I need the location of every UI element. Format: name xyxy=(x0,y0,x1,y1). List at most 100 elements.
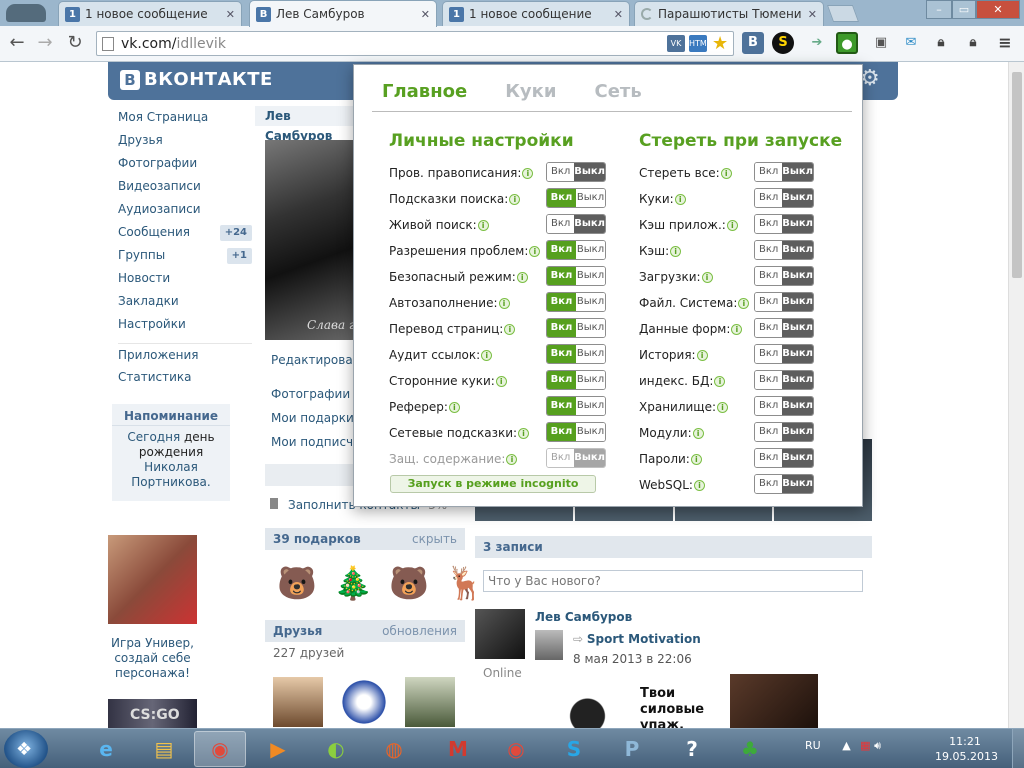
toggle-on[interactable]: Вкл xyxy=(755,189,783,207)
toggle-on[interactable]: Вкл xyxy=(547,345,576,363)
toggle-off[interactable]: Выкл xyxy=(782,189,813,207)
toggle-on[interactable]: Вкл xyxy=(547,241,576,259)
on-off-toggle[interactable]: Вкл Выкл xyxy=(754,292,814,312)
back-arrow-icon[interactable]: ← xyxy=(6,32,28,54)
toggle-off[interactable]: Выкл xyxy=(576,293,605,311)
toggle-on[interactable]: Вкл xyxy=(755,319,783,337)
toggle-on[interactable]: Вкл xyxy=(547,267,576,285)
wall-post-input[interactable]: Что у Вас нового? xyxy=(483,570,863,592)
vk-logo-icon[interactable]: B xyxy=(742,32,764,54)
info-icon[interactable]: i xyxy=(726,220,738,231)
tab-close-icon[interactable]: ✕ xyxy=(614,8,623,21)
info-icon[interactable]: i xyxy=(504,324,516,335)
tab-cookies[interactable]: Куки xyxy=(505,81,556,102)
toggle-on[interactable]: Вкл xyxy=(547,163,575,181)
on-off-toggle[interactable]: Вкл Выкл xyxy=(754,162,814,182)
minimize-button[interactable]: – xyxy=(926,0,952,19)
info-icon[interactable]: i xyxy=(731,324,743,335)
toggle-on[interactable]: Вкл xyxy=(755,397,783,415)
show-desktop-button[interactable] xyxy=(1012,729,1024,768)
browser-tab-1[interactable]: 1 1 новое сообщение ✕ xyxy=(58,1,242,26)
toggle-off[interactable]: Выкл xyxy=(782,267,813,285)
toggle-on[interactable]: Вкл xyxy=(755,371,783,389)
post-date[interactable]: 8 мая 2013 в 22:06 xyxy=(573,652,692,666)
on-off-toggle[interactable]: Вкл Выкл xyxy=(546,344,606,364)
gifts-hide-link[interactable]: скрыть xyxy=(412,528,457,550)
toggle-off[interactable]: Выкл xyxy=(782,449,813,467)
gift-item[interactable]: 🦌 xyxy=(441,560,489,606)
cookie-manager-icon[interactable]: ● xyxy=(836,32,858,54)
mail-icon[interactable]: ✉ xyxy=(900,32,922,54)
toggle-off[interactable]: Выкл xyxy=(782,397,813,415)
on-off-toggle[interactable]: Вкл Выкл xyxy=(546,162,606,182)
tab-network[interactable]: Сеть xyxy=(594,81,641,102)
info-icon[interactable]: i xyxy=(717,402,729,413)
gift-item[interactable]: 🐻 xyxy=(385,560,433,606)
post-image[interactable] xyxy=(550,674,625,728)
info-icon[interactable]: i xyxy=(522,168,534,179)
on-off-toggle[interactable]: Вкл Выкл xyxy=(754,474,814,494)
nav-groups[interactable]: Группы +1 xyxy=(118,244,252,267)
chrome-icon[interactable]: ◉ xyxy=(194,731,246,767)
info-icon[interactable]: i xyxy=(674,194,686,205)
info-icon[interactable]: i xyxy=(738,298,750,309)
toggle-off[interactable]: Выкл xyxy=(574,215,605,233)
lock-icon[interactable]: 🔒︎ xyxy=(930,32,952,54)
new-tab-button[interactable] xyxy=(826,5,860,22)
html-validator-icon[interactable]: HTML xyxy=(689,35,711,52)
toggle-off[interactable]: Выкл xyxy=(782,345,813,363)
vk-icon[interactable]: VK xyxy=(667,35,685,52)
toggle-off[interactable]: Выкл xyxy=(782,241,813,259)
groups-badge[interactable]: +1 xyxy=(226,248,252,264)
on-off-toggle[interactable]: Вкл Выкл xyxy=(754,240,814,260)
info-icon[interactable]: i xyxy=(518,428,530,439)
info-icon[interactable]: i xyxy=(516,272,528,283)
toggle-off[interactable]: Выкл xyxy=(574,163,605,181)
forward-icon[interactable]: ➔ xyxy=(806,32,828,54)
info-icon[interactable]: i xyxy=(495,376,507,387)
on-off-toggle[interactable]: Вкл Выкл xyxy=(754,318,814,338)
toggle-on[interactable]: Вкл xyxy=(547,397,576,415)
toggle-on[interactable]: Вкл xyxy=(547,319,576,337)
ad-image[interactable] xyxy=(108,535,197,624)
toggle-off[interactable]: Выкл xyxy=(782,293,813,311)
toggle-off[interactable]: Выкл xyxy=(576,241,605,259)
on-off-toggle[interactable]: Вкл Выкл xyxy=(754,448,814,468)
nav-audio[interactable]: Аудиозаписи xyxy=(118,198,252,221)
tab-main[interactable]: Главное xyxy=(382,81,467,102)
toggle-on[interactable]: Вкл xyxy=(755,423,783,441)
info-icon[interactable]: i xyxy=(448,402,460,413)
info-icon[interactable]: i xyxy=(529,246,541,257)
browser-tab-2[interactable]: B Лев Самбуров ✕ xyxy=(249,0,437,27)
toggle-off[interactable]: Выкл xyxy=(574,449,605,467)
photos-link[interactable]: Фотографии со xyxy=(271,387,355,401)
edit-link[interactable]: Редактировать xyxy=(271,353,355,367)
info-icon[interactable]: i xyxy=(670,246,682,257)
reminder-text[interactable]: Сегодня день рождения Николая Портникова. xyxy=(112,426,230,494)
toggle-on[interactable]: Вкл xyxy=(755,215,783,233)
info-icon[interactable]: i xyxy=(498,298,510,309)
on-off-toggle[interactable]: Вкл Выкл xyxy=(546,240,606,260)
browser-tab-4[interactable]: Парашютисты Тюмени ✕ xyxy=(634,1,824,26)
on-off-toggle[interactable]: Вкл Выкл xyxy=(546,448,606,468)
scrollbar-thumb[interactable] xyxy=(1012,72,1022,278)
toggle-off[interactable]: Выкл xyxy=(576,319,605,337)
toggle-on[interactable]: Вкл xyxy=(547,293,576,311)
post-author-avatar[interactable] xyxy=(475,609,525,659)
reload-icon[interactable]: ↻ xyxy=(64,32,86,54)
explorer-icon[interactable]: ▤ xyxy=(138,731,190,767)
ad2-image[interactable]: CS:GO xyxy=(108,699,197,728)
toggle-on[interactable]: Вкл xyxy=(755,475,783,493)
toggle-on[interactable]: Вкл xyxy=(755,267,783,285)
toggle-off[interactable]: Выкл xyxy=(782,371,813,389)
skype-icon[interactable]: S xyxy=(548,731,600,767)
volume-icon[interactable]: 🔊︎ xyxy=(874,739,881,752)
browser-tab-3[interactable]: 1 1 новое сообщение ✕ xyxy=(442,1,630,26)
help-icon[interactable]: ? xyxy=(666,731,718,767)
toggle-off[interactable]: Выкл xyxy=(782,423,813,441)
on-off-toggle[interactable]: Вкл Выкл xyxy=(546,370,606,390)
lock2-icon[interactable]: 🔒︎ xyxy=(962,32,984,54)
clock[interactable]: 11:21 19.05.2013 xyxy=(935,734,998,764)
nav-my-page[interactable]: Моя Страница xyxy=(118,106,252,129)
nav-stats[interactable]: Статистика xyxy=(118,366,252,389)
